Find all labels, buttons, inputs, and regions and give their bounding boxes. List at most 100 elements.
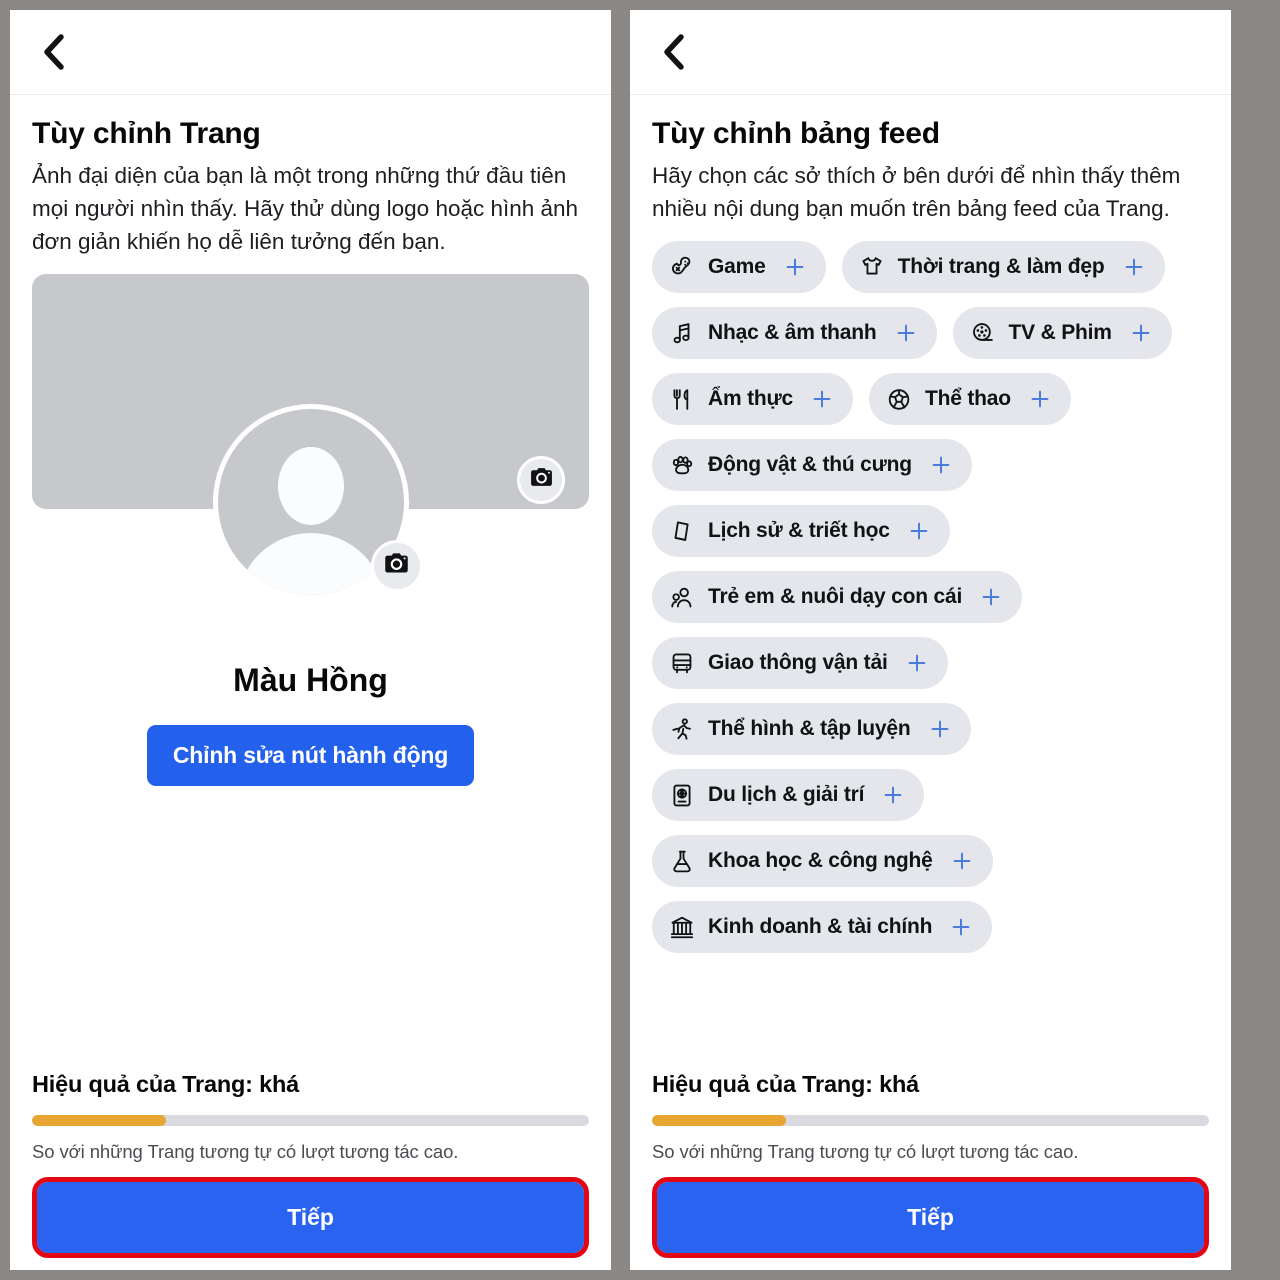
next-button-highlight: Tiếp (32, 1177, 589, 1258)
back-button[interactable] (32, 30, 76, 74)
performance-grade: khá (879, 1071, 920, 1097)
interest-chip[interactable]: Lịch sử & triết học (652, 505, 950, 557)
performance-grade: khá (259, 1071, 300, 1097)
interest-chip[interactable]: Thể thao (868, 373, 1071, 425)
music-note-icon (669, 320, 695, 346)
fork-knife-icon (669, 386, 695, 412)
plus-icon[interactable] (810, 387, 834, 411)
edit-action-button[interactable]: Chỉnh sửa nút hành động (146, 725, 475, 786)
interest-chip-label: Lịch sử & triết học (708, 519, 890, 542)
book-icon (669, 518, 695, 544)
interest-chip-label: Ẩm thực (708, 387, 793, 410)
cover-and-avatar (32, 274, 589, 600)
interest-chip[interactable]: Giao thông vận tải (652, 637, 948, 689)
interest-chip-label: Khoa học & công nghệ (708, 849, 933, 872)
interest-chip-list: Game Thời trang & làm đẹp Nhạc & âm thanh T… (652, 241, 1209, 953)
interest-chip-label: TV & Phim (1008, 321, 1112, 344)
paw-icon (669, 452, 695, 478)
interest-chip[interactable]: TV & Phim (952, 307, 1172, 359)
plus-icon[interactable] (1028, 387, 1052, 411)
page-subtitle: Hãy chọn các sở thích ở bên dưới để nhìn… (652, 163, 1181, 221)
gamepad-icon (669, 254, 695, 280)
flask-icon (669, 848, 695, 874)
interest-chip-label: Kinh doanh & tài chính (708, 915, 933, 938)
interest-chip[interactable]: Thể hình & tập luyện (652, 703, 971, 755)
page-subtitle: Ảnh đại diện của bạn là một trong những … (32, 163, 579, 254)
interest-chip[interactable]: Kinh doanh & tài chính (652, 901, 993, 953)
cover-photo-camera-button[interactable] (517, 456, 565, 504)
right-phone-screen: Tùy chỉnh bảng feed Hãy chọn các sở thíc… (630, 10, 1231, 1270)
left-phone-screen: Tùy chỉnh Trang Ảnh đại diện của bạn là … (10, 10, 611, 1270)
plus-icon[interactable] (881, 783, 905, 807)
page-performance-label: Hiệu quả của Trang: khá (652, 1071, 1209, 1098)
plus-icon[interactable] (949, 915, 973, 939)
performance-text: Hiệu quả của Trang: (32, 1071, 253, 1097)
plus-icon[interactable] (783, 255, 807, 279)
performance-note: So với những Trang tương tự có lượt tươn… (652, 1141, 1079, 1162)
interest-chip[interactable]: Nhạc & âm thanh (652, 307, 937, 359)
profile-photo-camera-button[interactable] (370, 540, 423, 592)
interest-chip-label: Game (708, 255, 766, 278)
avatar-head-shape (277, 447, 344, 525)
interest-chip[interactable]: Ẩm thực (652, 373, 853, 425)
tshirt-icon (859, 254, 885, 280)
passport-icon (669, 782, 695, 808)
plus-icon[interactable] (928, 717, 952, 741)
performance-progress-fill (652, 1115, 786, 1126)
interest-chip[interactable]: Động vật & thú cưng (652, 439, 972, 491)
page-title: Tùy chỉnh bảng feed (652, 117, 940, 150)
interest-chip-label: Nhạc & âm thanh (708, 321, 877, 344)
interest-chip-label: Thể hình & tập luyện (708, 717, 911, 740)
plus-icon[interactable] (950, 849, 974, 873)
performance-text: Hiệu quả của Trang: (652, 1071, 873, 1097)
page-name: Màu Hồng (233, 662, 388, 698)
plus-icon[interactable] (929, 453, 953, 477)
interest-chip-label: Du lịch & giải trí (708, 783, 865, 806)
performance-note: So với những Trang tương tự có lượt tươn… (32, 1141, 459, 1162)
next-button[interactable]: Tiếp (657, 1182, 1204, 1253)
left-top-bar (10, 10, 611, 95)
bank-icon (669, 914, 695, 940)
plus-icon[interactable] (979, 585, 1003, 609)
performance-progress-fill (32, 1115, 166, 1126)
page-title: Tùy chỉnh Trang (32, 117, 261, 150)
avatar-body-shape (236, 533, 385, 595)
plus-icon[interactable] (1129, 321, 1153, 345)
soccer-ball-icon (886, 386, 912, 412)
interest-chip[interactable]: Thời trang & làm đẹp (841, 241, 1165, 293)
plus-icon[interactable] (907, 519, 931, 543)
back-button[interactable] (652, 30, 696, 74)
left-footer: Hiệu quả của Trang: khá So với những Tra… (10, 1071, 611, 1270)
left-content: Tùy chỉnh Trang Ảnh đại diện của bạn là … (10, 95, 611, 1071)
interest-chip-label: Thời trang & làm đẹp (897, 255, 1105, 278)
profile-avatar-area (212, 404, 423, 600)
running-person-icon (669, 716, 695, 742)
interest-chip[interactable]: Khoa học & công nghệ (652, 835, 993, 887)
chevron-left-icon (661, 32, 687, 72)
screenshot-stage: Tùy chỉnh Trang Ảnh đại diện của bạn là … (0, 0, 1280, 1280)
interest-chip-label: Trẻ em & nuôi dạy con cái (708, 585, 963, 608)
bus-icon (669, 650, 695, 676)
plus-icon[interactable] (1122, 255, 1146, 279)
interest-chip[interactable]: Trẻ em & nuôi dạy con cái (652, 571, 1023, 623)
interest-chip[interactable]: Game (652, 241, 826, 293)
right-top-bar (630, 10, 1231, 95)
chevron-left-icon (41, 32, 67, 72)
plus-icon[interactable] (905, 651, 929, 675)
right-content: Tùy chỉnh bảng feed Hãy chọn các sở thíc… (630, 95, 1231, 1071)
right-footer: Hiệu quả của Trang: khá So với những Tra… (630, 1071, 1231, 1270)
interest-chip-label: Động vật & thú cưng (708, 453, 912, 476)
interest-chip-label: Thể thao (924, 387, 1011, 410)
next-button[interactable]: Tiếp (37, 1182, 584, 1253)
interest-chip-label: Giao thông vận tải (708, 651, 888, 674)
film-reel-icon (970, 320, 996, 346)
action-button-row: Chỉnh sửa nút hành động (32, 725, 589, 786)
page-performance-label: Hiệu quả của Trang: khá (32, 1071, 589, 1098)
next-button-highlight: Tiếp (652, 1177, 1209, 1258)
plus-icon[interactable] (894, 321, 918, 345)
performance-progress-bar (32, 1115, 589, 1126)
camera-icon (529, 465, 554, 495)
camera-icon (383, 550, 410, 582)
interest-chip[interactable]: Du lịch & giải trí (652, 769, 925, 821)
people-icon (669, 584, 695, 610)
